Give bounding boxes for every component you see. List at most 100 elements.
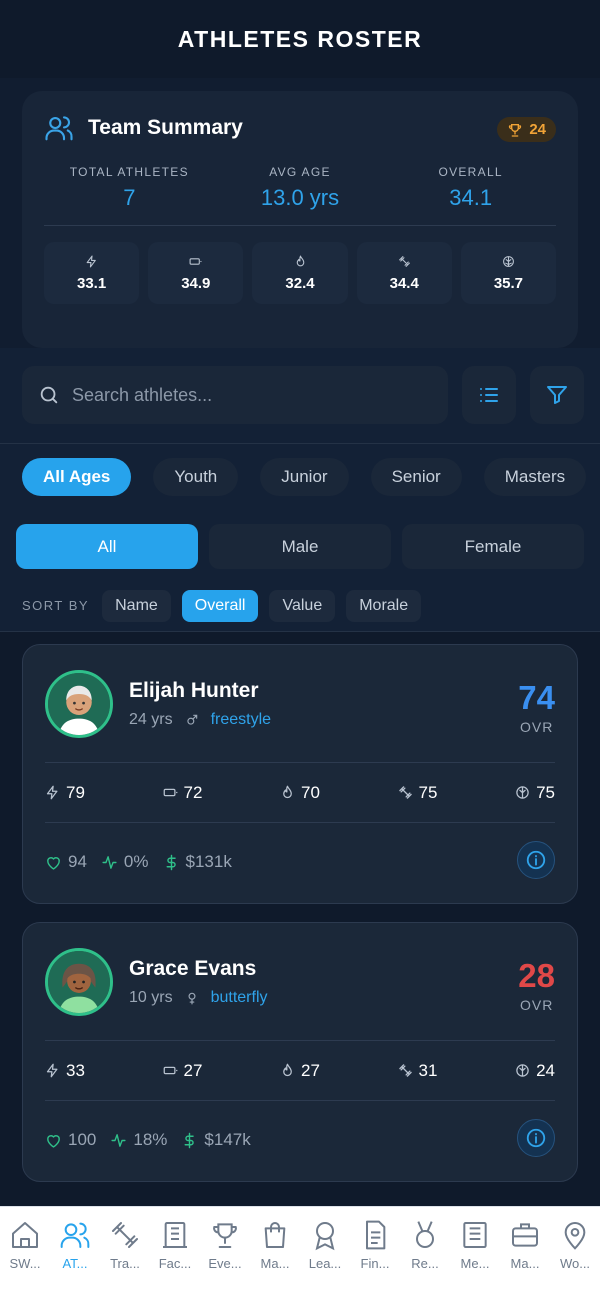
tab-finance[interactable]: Fin... [350, 1207, 400, 1299]
card-attr-endurance: 72 [163, 783, 202, 803]
medal-icon [416, 1221, 434, 1248]
attr-endurance: 34.9 [148, 242, 244, 304]
activity-icon [102, 855, 117, 869]
dollar-icon [166, 854, 176, 870]
market-value: $131k [163, 852, 232, 872]
info-icon [526, 850, 546, 870]
bottom-tab-bar: SW... AT... Tra... Fac... Eve... Ma... L… [0, 1206, 600, 1299]
attr-power: 32.4 [252, 242, 348, 304]
home-icon [12, 1222, 38, 1248]
list-view-button[interactable] [462, 366, 516, 424]
trend: 0% [101, 852, 149, 872]
athlete-name: Elijah Hunter [129, 678, 259, 702]
shopping-bag-icon [264, 1222, 286, 1248]
filter-button[interactable] [530, 366, 584, 424]
stat-total-athletes: TOTAL ATHLETES 7 [69, 165, 189, 210]
tab-home[interactable]: SW... [0, 1207, 50, 1299]
gender-filter-female[interactable]: Female [402, 524, 584, 569]
card-attr-endurance: 27 [163, 1061, 202, 1081]
ovr-rating: 28 OVR [518, 957, 555, 1013]
trophy-badge: 24 [497, 117, 556, 142]
users-icon [60, 1222, 90, 1248]
gender-filter-male[interactable]: Male [209, 524, 391, 569]
dumbbell-icon [398, 786, 412, 799]
attr-strength: 34.4 [356, 242, 452, 304]
card-attr-technique: 75 [515, 783, 555, 803]
athlete-age: 24 yrs [129, 710, 173, 728]
card-attr-strength: 31 [398, 1061, 437, 1081]
header: ATHLETES ROSTER [0, 0, 600, 78]
dumbbell-icon [398, 1064, 412, 1077]
stat-avg-age: AVG AGE 13.0 yrs [260, 165, 340, 210]
sort-name[interactable]: Name [102, 589, 171, 622]
tab-market[interactable]: Ma... [250, 1207, 300, 1299]
athlete-stroke: butterfly [210, 988, 268, 1006]
map-pin-icon [564, 1222, 586, 1250]
card-attr-speed: 79 [45, 783, 85, 803]
age-filter-all[interactable]: All Ages [22, 458, 132, 496]
tab-facilities[interactable]: Fac... [150, 1207, 200, 1299]
sort-overall[interactable]: Overall [181, 589, 259, 622]
briefcase-icon [512, 1223, 538, 1247]
dumbbell-icon [398, 255, 410, 267]
info-icon [526, 1128, 546, 1148]
search-field[interactable] [22, 366, 448, 424]
tab-league[interactable]: Lea... [300, 1207, 350, 1299]
dumbbell-icon [112, 1222, 138, 1248]
activity-icon [111, 1133, 126, 1147]
summary-title: Team Summary [88, 116, 243, 139]
attr-speed: 33.1 [44, 242, 140, 304]
age-filter-masters[interactable]: Masters [483, 458, 587, 496]
ovr-rating: 74 OVR [518, 679, 555, 735]
dollar-icon [184, 1132, 195, 1148]
trophy-count: 24 [529, 121, 546, 138]
trophy-icon [509, 123, 522, 137]
battery-icon [163, 1066, 177, 1075]
sort-row: SORT BY Name Overall Value Morale [0, 580, 600, 632]
age-filter-junior[interactable]: Junior [260, 458, 349, 496]
athlete-list: Elijah Hunter 24 yrs freestyle 74 OVR 79… [0, 632, 600, 1202]
athlete-card[interactable]: Elijah Hunter 24 yrs freestyle 74 OVR 79… [22, 644, 578, 904]
flame-icon [283, 785, 292, 799]
building-icon [163, 1222, 187, 1248]
search-input[interactable] [72, 384, 412, 406]
brain-icon [516, 1064, 529, 1077]
trophy-icon [213, 1223, 237, 1248]
athlete-name: Grace Evans [129, 956, 257, 980]
info-button[interactable] [517, 841, 555, 879]
tab-training[interactable]: Tra... [100, 1207, 150, 1299]
tab-events[interactable]: Eve... [200, 1207, 250, 1299]
flame-icon [296, 255, 304, 266]
age-filter-youth[interactable]: Youth [153, 458, 239, 496]
sort-morale[interactable]: Morale [346, 589, 422, 622]
sort-label: SORT BY [22, 598, 90, 613]
battery-icon [163, 788, 177, 797]
summary-section: Team Summary 24 TOTAL ATHLETES 7 AVG AGE… [0, 78, 600, 348]
search-icon [40, 386, 58, 404]
age-filter-senior[interactable]: Senior [370, 458, 462, 496]
female-icon [188, 992, 196, 1004]
heart-icon [47, 1134, 60, 1148]
filter-icon [547, 386, 567, 404]
tab-records[interactable]: Re... [400, 1207, 450, 1299]
tab-media[interactable]: Me... [450, 1207, 500, 1299]
male-icon [186, 714, 197, 725]
team-summary-card: Team Summary 24 TOTAL ATHLETES 7 AVG AGE… [22, 91, 578, 348]
card-attr-strength: 75 [398, 783, 437, 803]
tab-athletes[interactable]: AT... [50, 1207, 100, 1299]
sort-value[interactable]: Value [269, 589, 336, 622]
page-title: ATHLETES ROSTER [177, 25, 423, 52]
gender-filter-row: All Male Female [0, 510, 600, 580]
athlete-card[interactable]: Grace Evans 10 yrs butterfly 28 OVR 33 2… [22, 922, 578, 1182]
gender-filter-all[interactable]: All [16, 524, 198, 569]
info-button[interactable] [517, 1119, 555, 1157]
flame-icon [283, 1063, 292, 1077]
avatar [45, 947, 113, 1016]
tab-world[interactable]: Wo... [550, 1207, 600, 1299]
card-attr-power: 70 [280, 783, 320, 803]
tab-management[interactable]: Ma... [500, 1207, 550, 1299]
card-attr-power: 27 [280, 1061, 320, 1081]
morale: 100 [45, 1130, 96, 1150]
battery-icon [189, 257, 202, 265]
morale: 94 [45, 852, 87, 872]
